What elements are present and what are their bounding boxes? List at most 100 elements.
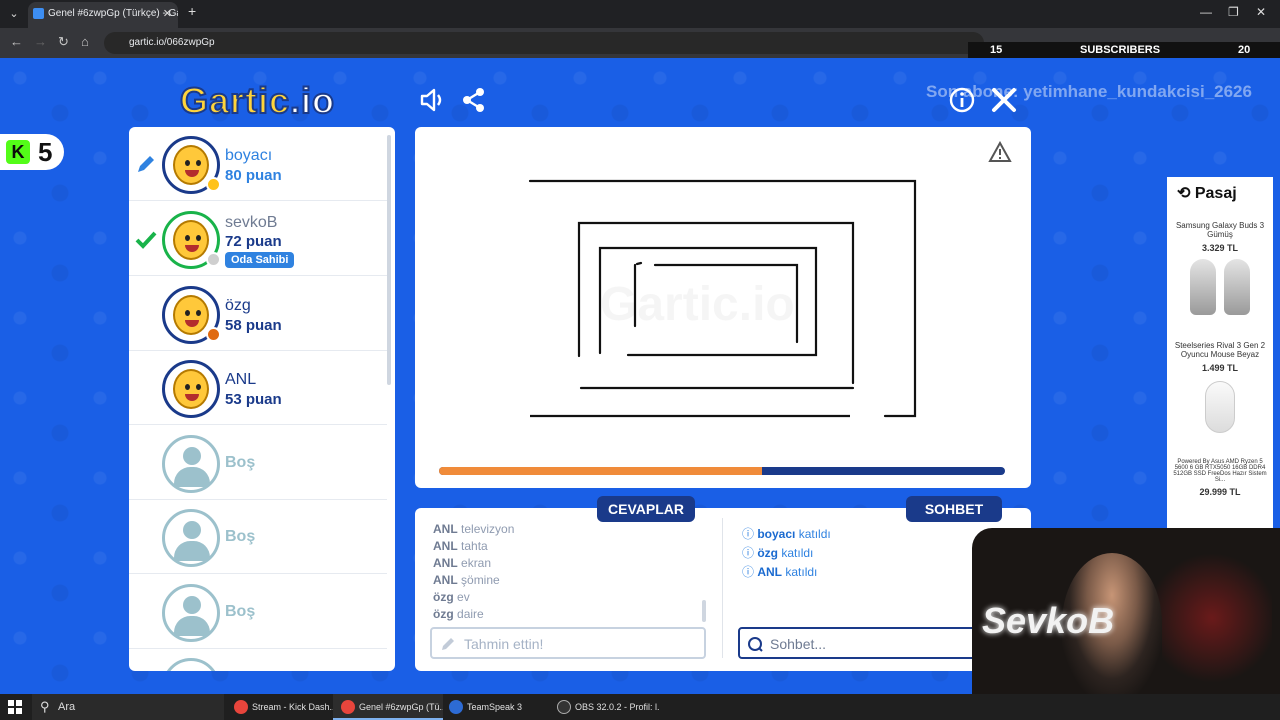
- answers-chat-panel: CEVAPLAR SOHBET ANL televizyon ANL tahta…: [415, 496, 1031, 671]
- ad-item-price: 1.499 TL: [1201, 363, 1239, 373]
- player-row[interactable]: özg 58 puan: [129, 277, 387, 351]
- player-row[interactable]: boyacı 80 puan: [129, 127, 387, 201]
- reload-icon[interactable]: ↻: [58, 34, 69, 50]
- empty-avatar-icon: [162, 509, 220, 567]
- ad-item-name: Powered By Asus AMD Ryzen 5 5600 6 GB RT…: [1173, 459, 1267, 483]
- player-name: özg: [225, 297, 251, 314]
- taskbar-item[interactable]: OBS 32.0.2 - Profil: l...: [549, 694, 659, 720]
- empty-slot: Boş: [129, 426, 387, 500]
- player-name: boyacı: [225, 147, 273, 164]
- empty-slot: [129, 649, 387, 671]
- tab-chat[interactable]: SOHBET: [906, 496, 1002, 522]
- answer-item: ANL televizyon: [433, 522, 515, 536]
- earbuds-image: [1188, 259, 1252, 319]
- avatar-status-dot: [206, 177, 221, 192]
- player-score: 72 puan: [225, 233, 282, 250]
- answer-item: özg ev: [433, 590, 470, 604]
- players-scrollbar[interactable]: [387, 135, 391, 385]
- ad-item[interactable]: Steelseries Rival 3 Gen 2 Oyuncu Mouse B…: [1171, 341, 1269, 433]
- url-field[interactable]: gartic.io/066zwpGp: [104, 32, 984, 54]
- home-icon[interactable]: ⌂: [81, 34, 89, 49]
- share-icon[interactable]: [460, 86, 488, 114]
- ad-item[interactable]: Samsung Galaxy Buds 3 Gümüş 3.329 TL: [1171, 221, 1269, 319]
- checkmark-icon: [135, 231, 157, 249]
- taskbar-item[interactable]: Stream - Kick Dash...: [226, 694, 336, 720]
- search-icon: ⚲: [40, 699, 50, 714]
- ad-item-name: Samsung Galaxy Buds 3 Gümüş: [1175, 221, 1265, 239]
- taskbar-item[interactable]: Genel #6zwpGp (Tü...: [333, 694, 443, 720]
- tab-search-chevron-icon[interactable]: ⌄: [4, 4, 24, 24]
- answers-scrollbar[interactable]: [702, 600, 706, 622]
- browser-tab-bar: ⌄ Genel #6zwpGp (Türkçe) - Gartic ✕ + — …: [0, 0, 1280, 28]
- minimize-icon[interactable]: —: [1200, 5, 1212, 19]
- browser-tab[interactable]: Genel #6zwpGp (Türkçe) - Gartic ✕: [28, 2, 178, 28]
- taskbar-item[interactable]: TeamSpeak 3: [441, 694, 551, 720]
- kick-logo-icon: K: [6, 140, 30, 164]
- kick-viewer-badge: K 5: [0, 134, 64, 170]
- windows-taskbar: ⚲ Ara Stream - Kick Dash... Genel #6zwpG…: [0, 694, 1280, 720]
- forward-icon[interactable]: →: [34, 34, 47, 49]
- guess-input[interactable]: Tahmin ettin!: [430, 627, 706, 659]
- info-icon[interactable]: [948, 86, 976, 114]
- mouse-image: [1205, 381, 1235, 433]
- tab-title: Genel #6zwpGp (Türkçe) - Gartic: [48, 8, 178, 19]
- guess-placeholder: Tahmin ettin!: [464, 636, 544, 652]
- tab-answers[interactable]: CEVAPLAR: [597, 496, 695, 522]
- ad-item-name: Steelseries Rival 3 Gen 2 Oyuncu Mouse B…: [1174, 341, 1266, 359]
- player-score: 58 puan: [225, 317, 282, 334]
- kick-viewer-count: 5: [38, 137, 53, 167]
- answer-item: özg daire: [433, 607, 484, 621]
- logo-suffix: .io: [289, 79, 336, 122]
- chat-message: ⓘ özg katıldı: [742, 546, 814, 560]
- chrome-icon: [341, 700, 355, 714]
- new-tab-button[interactable]: +: [188, 3, 196, 19]
- streamer-webcam: SevkoB: [972, 528, 1280, 694]
- advertisement[interactable]: ⟲ Pasaj Samsung Galaxy Buds 3 Gümüş 3.32…: [1167, 177, 1273, 537]
- chat-message: ⓘ boyacı katıldı: [742, 527, 831, 541]
- taskbar-search[interactable]: ⚲ Ara: [32, 694, 224, 720]
- gartic-logo: Gartic.io: [179, 79, 336, 122]
- chrome-icon: [234, 700, 248, 714]
- drawing-canvas[interactable]: Gartic.io: [415, 127, 1031, 488]
- player-row[interactable]: ANL 53 puan: [129, 351, 387, 425]
- close-room-icon[interactable]: [990, 86, 1018, 114]
- answer-item: ANL tahta: [433, 539, 488, 553]
- room-owner-badge: Oda Sahibi: [225, 252, 295, 268]
- obs-icon: [557, 700, 571, 714]
- answer-item: ANL şömine: [433, 573, 500, 587]
- player-score: 53 puan: [225, 391, 282, 408]
- back-icon[interactable]: ←: [10, 34, 23, 49]
- restore-icon[interactable]: ❐: [1228, 5, 1239, 19]
- taskbar-search-label: Ara: [58, 701, 76, 713]
- round-timer-fill: [439, 467, 762, 475]
- chat-placeholder: Sohbet...: [770, 636, 827, 652]
- empty-slot-label: Boş: [225, 454, 256, 471]
- tab-close-icon[interactable]: ✕: [163, 2, 172, 26]
- empty-avatar-icon: [162, 584, 220, 642]
- subs-right-count: 20: [1238, 44, 1251, 56]
- player-row[interactable]: sevkoB 72 puan Oda Sahibi: [129, 202, 387, 276]
- subscriber-overlay: 15 SUBSCRIBERS 20: [968, 42, 1280, 58]
- drawing-strokes: [528, 179, 917, 418]
- player-name: sevkoB: [225, 214, 278, 231]
- pencil-icon: [442, 638, 454, 650]
- logo-main: Gartic: [179, 79, 291, 122]
- empty-slot: Boş: [129, 575, 387, 649]
- subs-left-count: 15: [990, 44, 1003, 56]
- pencil-icon: [138, 156, 154, 172]
- subs-label: SUBSCRIBERS: [1080, 44, 1161, 56]
- empty-avatar-icon: [162, 435, 220, 493]
- empty-avatar-icon: [162, 658, 220, 671]
- empty-slot-label: Boş: [225, 603, 256, 620]
- players-panel: boyacı 80 puan sevkoB 72 puan Oda Sahibi…: [129, 127, 395, 671]
- avatar: [162, 136, 221, 194]
- answers-list: ANL televizyon ANL tahta ANL ekran ANL ş…: [433, 522, 713, 624]
- empty-slot: Boş: [129, 500, 387, 574]
- windows-start-icon[interactable]: [8, 700, 22, 714]
- sound-icon[interactable]: [418, 86, 446, 114]
- chat-input[interactable]: Sohbet...: [738, 627, 1008, 659]
- player-name: ANL: [225, 371, 257, 388]
- chat-log: ⓘ boyacı katıldı ⓘ özg katıldı ⓘ ANL kat…: [742, 525, 831, 582]
- ad-item[interactable]: Powered By Asus AMD Ryzen 5 5600 6 GB RT…: [1171, 459, 1269, 497]
- window-close-icon[interactable]: ✕: [1256, 5, 1266, 19]
